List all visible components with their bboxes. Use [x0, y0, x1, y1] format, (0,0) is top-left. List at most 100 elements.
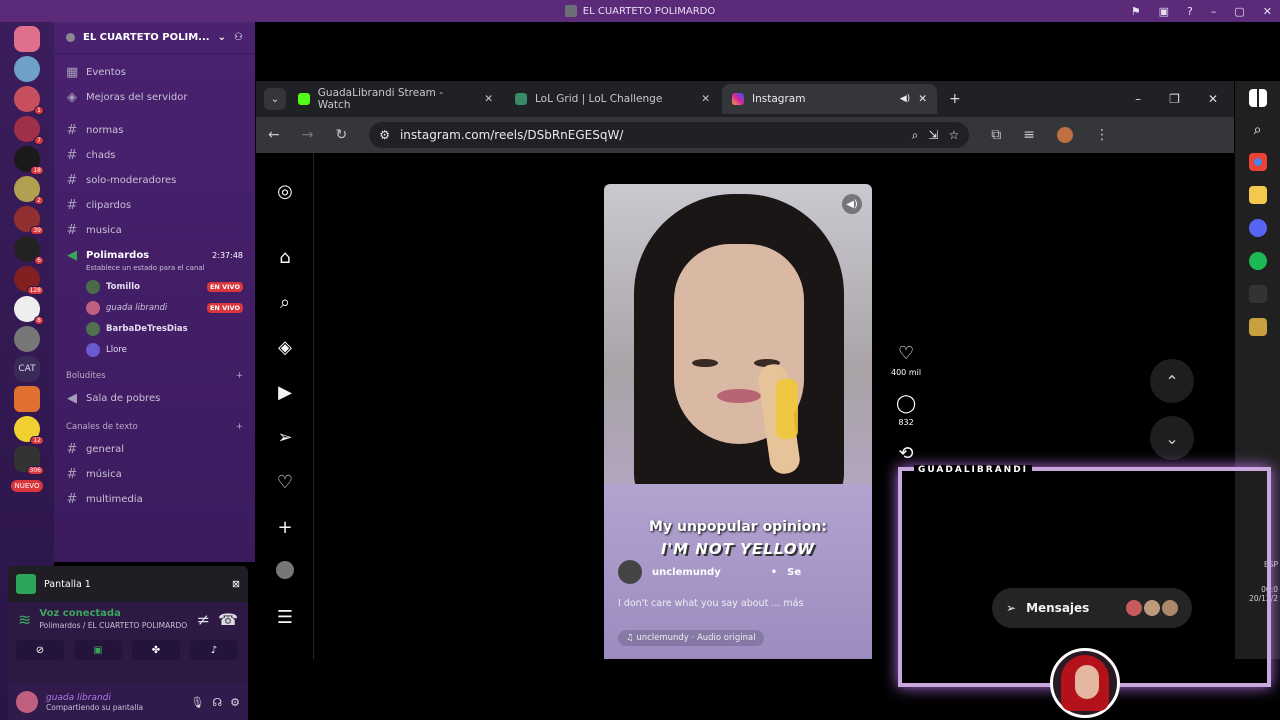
- next-reel-button[interactable]: ⌄: [1150, 416, 1194, 460]
- server-icon[interactable]: 1: [14, 86, 44, 115]
- reel-video[interactable]: ◀) My unpopular opinion: I'M NOT YELLOW …: [604, 184, 872, 659]
- profile-avatar[interactable]: [1056, 127, 1073, 143]
- plus-icon[interactable]: +: [236, 422, 243, 432]
- server-icon[interactable]: 12: [14, 416, 44, 445]
- camera-off-button[interactable]: ⊘: [16, 640, 64, 660]
- channel-solo-moderadores[interactable]: # solo-moderadores: [54, 168, 255, 193]
- repost-icon[interactable]: ⟲: [898, 443, 913, 464]
- headphones-icon[interactable]: ☊: [212, 696, 222, 709]
- channel-chads[interactable]: # chads: [54, 143, 255, 168]
- noise-suppression-icon[interactable]: ≠: [197, 610, 210, 629]
- address-bar[interactable]: ⚙ instagram.com/reels/DSbRnEGESqW/ ⌕ ⇲ ☆: [369, 122, 970, 148]
- share-screen-button[interactable]: ▣: [74, 640, 122, 660]
- league-icon[interactable]: [1248, 318, 1267, 336]
- events-item[interactable]: ▦ Eventos: [54, 60, 255, 85]
- minimize-button[interactable]: –: [1135, 92, 1141, 106]
- site-info-icon[interactable]: ⚙: [379, 128, 390, 142]
- voice-user[interactable]: Tomillo EN VIVO: [54, 276, 255, 297]
- stop-share-icon[interactable]: ⊠: [232, 579, 240, 590]
- voice-user[interactable]: Llore: [54, 339, 255, 360]
- voice-connected-label[interactable]: Voz conectada: [39, 608, 187, 619]
- home-icon[interactable]: ⌂: [273, 245, 297, 269]
- reel-author[interactable]: unclemundy • Se: [618, 560, 801, 584]
- more-menu-icon[interactable]: ☰: [273, 605, 297, 629]
- server-icon[interactable]: [14, 56, 40, 82]
- restore-button[interactable]: ❐: [1169, 92, 1180, 106]
- server-icon[interactable]: 6: [14, 236, 44, 265]
- channel-musica[interactable]: # musica: [54, 218, 255, 243]
- tab-instagram[interactable]: Instagram ◀) ✕: [722, 84, 937, 114]
- server-icon[interactable]: 306: [14, 446, 44, 475]
- messages-icon[interactable]: ➢: [273, 425, 297, 449]
- disconnect-icon[interactable]: ☎: [218, 610, 238, 629]
- like-heart-icon[interactable]: ♡: [898, 343, 914, 364]
- tab-kick[interactable]: GuadaLibrandi Stream - Watch ✕: [288, 84, 503, 114]
- instagram-logo-icon[interactable]: ◎: [273, 179, 297, 203]
- channel-general[interactable]: # general: [54, 437, 255, 462]
- server-icon[interactable]: [14, 326, 40, 352]
- server-icon[interactable]: 39: [14, 206, 44, 235]
- discord-icon[interactable]: [1248, 219, 1267, 237]
- mic-icon[interactable]: 🎙: [190, 696, 204, 709]
- zoom-icon[interactable]: ⌕: [912, 128, 919, 143]
- screen-share-card[interactable]: Pantalla 1 ⊠: [8, 566, 248, 602]
- extensions-icon[interactable]: ⧉: [991, 127, 1001, 143]
- folder-icon[interactable]: [1248, 186, 1267, 204]
- soundboard-button[interactable]: ♪: [190, 640, 238, 660]
- profile-avatar[interactable]: [276, 561, 294, 579]
- volume-icon[interactable]: ◀): [842, 194, 862, 214]
- guild-header[interactable]: EL CUARTETO POLIM... ⌄ ⚇: [54, 22, 255, 54]
- category-header[interactable]: Canales de texto +: [54, 417, 255, 437]
- minimize-button[interactable]: –: [1211, 5, 1217, 18]
- bookmark-star-icon[interactable]: ☆: [948, 128, 959, 142]
- add-member-icon[interactable]: ⚇: [234, 32, 243, 43]
- server-cat[interactable]: CAT: [14, 356, 40, 382]
- reload-icon[interactable]: ↻: [335, 127, 347, 143]
- inbox-icon[interactable]: ▣: [1159, 5, 1169, 18]
- channel-normas[interactable]: # normas: [54, 118, 255, 143]
- new-tab-icon[interactable]: +: [939, 91, 971, 107]
- clock-time[interactable]: 00:0: [1238, 585, 1278, 594]
- create-icon[interactable]: +: [273, 515, 297, 539]
- channel-clipardos[interactable]: # clipardos: [54, 193, 255, 218]
- obs-icon[interactable]: [1248, 285, 1267, 303]
- tab-lolgrid[interactable]: LoL Grid | LoL Challenge ✕: [505, 84, 720, 114]
- server-icon[interactable]: 128: [14, 266, 44, 295]
- channel-multimedia[interactable]: # multimedia: [54, 487, 255, 512]
- gear-icon[interactable]: ⚙: [230, 696, 240, 709]
- user-name[interactable]: guada librandi: [46, 693, 143, 703]
- channel-musica-text[interactable]: # música: [54, 462, 255, 487]
- windows-start-icon[interactable]: [1248, 89, 1267, 107]
- voice-user[interactable]: BarbaDeTresDias: [54, 318, 255, 339]
- server-icon[interactable]: 8: [14, 296, 44, 325]
- install-icon[interactable]: ⇲: [928, 128, 938, 142]
- close-button[interactable]: ✕: [1263, 5, 1272, 18]
- server-icon[interactable]: 18: [14, 146, 44, 175]
- close-button[interactable]: ✕: [1208, 92, 1218, 106]
- server-icon[interactable]: 7: [14, 116, 44, 145]
- activities-button[interactable]: ✤: [132, 640, 180, 660]
- voice-channel-sala[interactable]: ◀ Sala de pobres: [54, 386, 255, 411]
- explore-icon[interactable]: ◈: [273, 335, 297, 359]
- reel-description[interactable]: I don't care what you say about ... más: [618, 598, 803, 609]
- search-icon[interactable]: ⌕: [273, 290, 297, 314]
- voice-user[interactable]: guada librandi EN VIVO: [54, 297, 255, 318]
- reels-icon[interactable]: ▶: [273, 380, 297, 404]
- reel-audio[interactable]: ♫ unclemundy · Audio original: [618, 630, 764, 646]
- maximize-button[interactable]: ▢: [1234, 5, 1244, 18]
- channel-status[interactable]: Establece un estado para el canal: [54, 264, 255, 272]
- help-icon[interactable]: ?: [1187, 5, 1193, 18]
- menu-icon[interactable]: ⋮: [1095, 127, 1109, 143]
- close-tab-icon[interactable]: ✕: [701, 93, 710, 105]
- media-icon[interactable]: ≡: [1023, 127, 1035, 143]
- tab-search-icon[interactable]: ⌄: [264, 88, 286, 110]
- plus-icon[interactable]: +: [236, 371, 243, 381]
- notifications-heart-icon[interactable]: ♡: [273, 470, 297, 494]
- forward-icon[interactable]: →: [302, 127, 314, 143]
- avatar[interactable]: [16, 691, 38, 713]
- spotify-icon[interactable]: [1248, 252, 1267, 270]
- boosts-item[interactable]: ◈ Mejoras del servidor: [54, 85, 255, 110]
- search-icon[interactable]: ⌕: [1254, 122, 1262, 138]
- close-tab-icon[interactable]: ✕: [918, 93, 927, 105]
- follow-button[interactable]: Se: [787, 567, 801, 578]
